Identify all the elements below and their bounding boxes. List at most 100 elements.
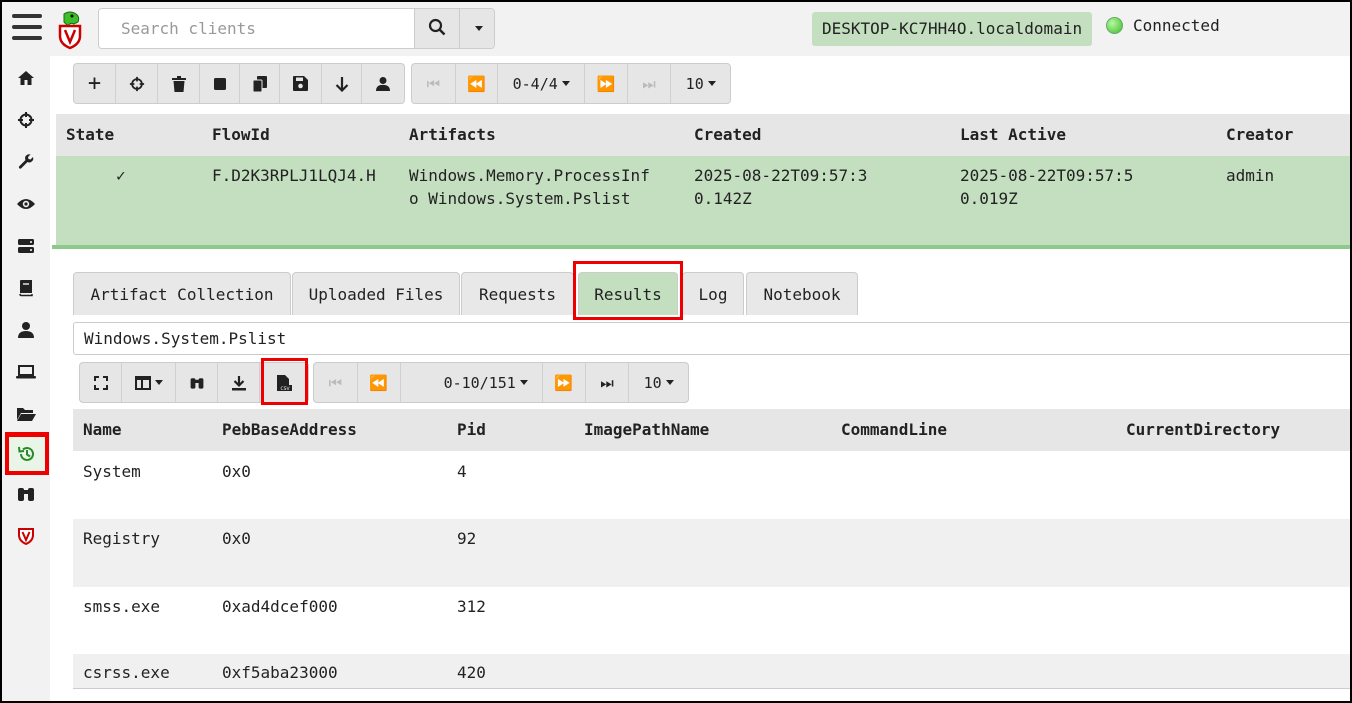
velociraptor-logo-icon[interactable] bbox=[54, 10, 86, 50]
fast-forward-icon: ⏩ bbox=[596, 74, 616, 93]
artifact-selector[interactable]: Windows.System.Pslist bbox=[73, 322, 1350, 355]
caret-down-icon bbox=[561, 81, 570, 86]
results-table-header: Name PebBaseAddress Pid ImagePathName Co… bbox=[73, 409, 1350, 451]
column-header[interactable]: Created bbox=[694, 125, 761, 144]
column-header[interactable]: PebBaseAddress bbox=[222, 420, 357, 439]
user-button[interactable] bbox=[362, 64, 404, 103]
first-page-button[interactable]: ⏮ bbox=[314, 363, 358, 402]
skip-forward-icon: ⏭ bbox=[600, 373, 614, 392]
table-row[interactable]: ✓ F.D2K3RPLJ1LQJ4.H Windows.Memory.Proce… bbox=[56, 156, 1350, 245]
columns-icon bbox=[134, 375, 151, 390]
page-range-dropdown[interactable]: 0-4/4 bbox=[498, 64, 585, 103]
user-icon bbox=[376, 76, 390, 91]
search-button[interactable] bbox=[414, 9, 459, 48]
last-active-cell: 2025-08-22T09:57:50.019Z bbox=[960, 166, 1134, 208]
column-header[interactable]: Last Active bbox=[960, 125, 1066, 144]
tab-log[interactable]: Log bbox=[682, 272, 744, 315]
column-header[interactable]: CurrentDirectory bbox=[1126, 420, 1280, 439]
trash-icon bbox=[171, 75, 186, 92]
binoculars-icon[interactable] bbox=[10, 478, 42, 510]
pid-cell: 420 bbox=[457, 663, 486, 682]
column-header[interactable]: State bbox=[66, 125, 114, 144]
column-header[interactable]: Pid bbox=[457, 420, 486, 439]
stop-button[interactable] bbox=[200, 64, 240, 103]
velociraptor-shield-icon[interactable] bbox=[10, 520, 42, 552]
column-header[interactable]: Name bbox=[83, 420, 122, 439]
column-header[interactable]: FlowId bbox=[212, 125, 270, 144]
table-row[interactable]: System 0x0 4 bbox=[73, 451, 1350, 519]
book-icon[interactable] bbox=[10, 272, 42, 304]
wrench-icon[interactable] bbox=[10, 146, 42, 178]
find-button[interactable] bbox=[176, 363, 218, 402]
download-button[interactable] bbox=[322, 64, 362, 103]
hostname-badge[interactable]: DESKTOP-KC7HH4O.localdomain bbox=[812, 12, 1093, 46]
plus-icon: + bbox=[87, 71, 102, 96]
hunt-button[interactable] bbox=[116, 64, 158, 103]
peb-cell: 0xad4dcef000 bbox=[222, 597, 338, 616]
eye-icon[interactable] bbox=[10, 188, 42, 220]
new-collection-button[interactable]: + bbox=[74, 64, 116, 103]
server-icon[interactable] bbox=[10, 230, 42, 262]
pid-cell: 4 bbox=[457, 462, 467, 481]
prev-page-button[interactable]: ⏪ bbox=[456, 64, 499, 103]
column-header[interactable]: ImagePathName bbox=[584, 420, 709, 439]
caret-down-icon bbox=[475, 26, 483, 31]
search-dropdown-button[interactable] bbox=[459, 9, 494, 48]
table-row[interactable]: smss.exe 0xad4dcef000 312 bbox=[73, 587, 1350, 655]
save-button[interactable] bbox=[280, 64, 322, 103]
rewind-icon: ⏪ bbox=[467, 74, 486, 93]
pane-divider[interactable] bbox=[52, 245, 1350, 249]
search-input[interactable] bbox=[99, 9, 414, 48]
page-size-dropdown[interactable]: 10 bbox=[629, 363, 688, 402]
next-page-button[interactable]: ⏩ bbox=[585, 64, 628, 103]
stop-icon bbox=[213, 77, 226, 90]
skip-forward-icon: ⏭ bbox=[642, 74, 656, 93]
page-range-dropdown[interactable]: 0-10/151 bbox=[401, 363, 543, 402]
page-size-label: 10 bbox=[685, 74, 704, 93]
last-page-button[interactable]: ⏭ bbox=[628, 64, 672, 103]
fullscreen-button[interactable] bbox=[80, 363, 122, 402]
home-icon[interactable] bbox=[10, 62, 42, 94]
horizontal-scrollbar[interactable] bbox=[73, 688, 1350, 701]
fast-forward-icon: ⏩ bbox=[554, 373, 574, 392]
laptop-icon[interactable] bbox=[10, 356, 42, 388]
status-dot-icon bbox=[1106, 17, 1123, 34]
column-header[interactable]: CommandLine bbox=[841, 420, 947, 439]
name-cell: csrss.exe bbox=[83, 663, 170, 682]
tab-requests[interactable]: Requests bbox=[461, 272, 574, 315]
page-size-dropdown[interactable]: 10 bbox=[671, 64, 730, 103]
created-cell: 2025-08-22T09:57:30.142Z bbox=[694, 166, 868, 208]
peb-cell: 0xf5aba23000 bbox=[222, 663, 338, 682]
crosshair-icon[interactable] bbox=[10, 104, 42, 136]
user-icon[interactable] bbox=[10, 314, 42, 346]
next-page-button[interactable]: ⏩ bbox=[543, 363, 586, 402]
connection-status: Connected bbox=[1106, 16, 1220, 35]
last-page-button[interactable]: ⏭ bbox=[586, 363, 630, 402]
column-header[interactable]: Creator bbox=[1226, 125, 1293, 144]
table-row[interactable]: Registry 0x0 92 bbox=[73, 519, 1350, 587]
highlight-box bbox=[5, 432, 49, 475]
copy-button[interactable] bbox=[240, 64, 280, 103]
folder-open-icon[interactable] bbox=[10, 398, 42, 430]
flows-toolbar: + bbox=[73, 63, 405, 104]
peb-cell: 0x0 bbox=[222, 462, 251, 481]
column-header[interactable]: Artifacts bbox=[409, 125, 496, 144]
artifacts-cell: Windows.Memory.ProcessInfo Windows.Syste… bbox=[409, 166, 650, 208]
columns-button[interactable] bbox=[122, 363, 176, 402]
page-range-label: 0-4/4 bbox=[512, 74, 558, 93]
table-row[interactable]: csrss.exe 0xf5aba23000 420 bbox=[73, 654, 1350, 688]
flow-id-cell: F.D2K3RPLJ1LQJ4.H bbox=[212, 166, 376, 185]
prev-page-button[interactable]: ⏪ bbox=[358, 363, 401, 402]
caret-down-icon bbox=[665, 380, 674, 385]
hamburger-menu-icon[interactable] bbox=[12, 14, 44, 44]
first-page-button[interactable]: ⏮ bbox=[412, 64, 456, 103]
delete-button[interactable] bbox=[158, 64, 200, 103]
download-icon bbox=[231, 375, 246, 390]
tab-notebook[interactable]: Notebook bbox=[746, 272, 858, 315]
tab-artifact-collection[interactable]: Artifact Collection bbox=[73, 272, 291, 315]
check-icon: ✓ bbox=[116, 166, 126, 185]
skip-back-icon: ⏮ bbox=[328, 373, 343, 392]
crosshair-icon bbox=[129, 76, 144, 91]
download-results-button[interactable] bbox=[218, 363, 260, 402]
tab-uploaded-files[interactable]: Uploaded Files bbox=[292, 272, 460, 315]
